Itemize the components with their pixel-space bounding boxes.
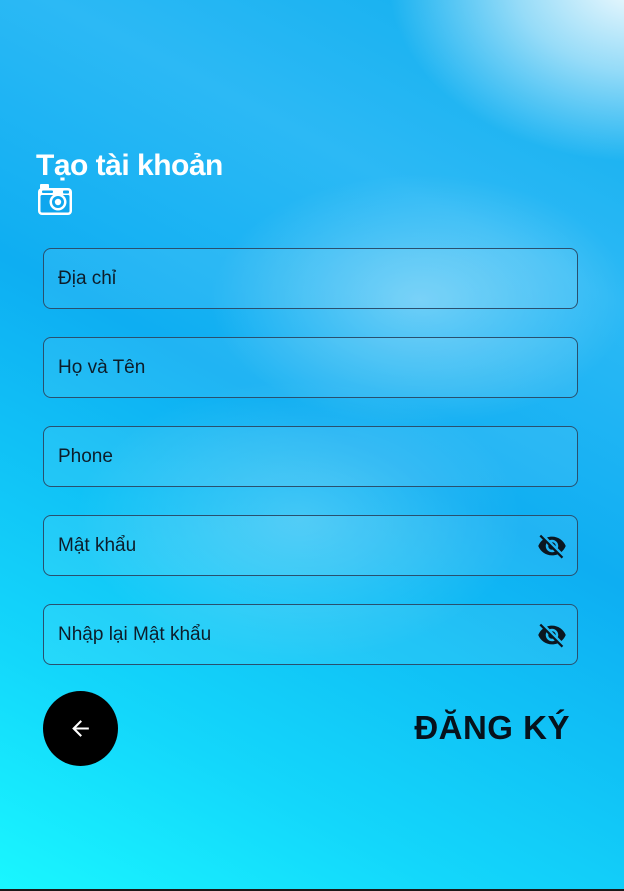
confirm-password-field[interactable]: [43, 604, 578, 665]
camera-icon: [38, 184, 72, 215]
register-button[interactable]: ĐĂNG KÝ: [414, 704, 570, 752]
address-field[interactable]: [43, 248, 578, 309]
eye-off-icon: [538, 534, 566, 559]
phone-field[interactable]: [43, 426, 578, 487]
page-title: Tạo tài khoản: [36, 149, 223, 182]
phone-input[interactable]: [58, 427, 518, 486]
back-button[interactable]: [43, 691, 118, 766]
confirm-password-visibility-toggle[interactable]: [537, 620, 567, 650]
arrow-left-icon: [72, 720, 89, 737]
camera-button[interactable]: [36, 183, 74, 217]
eye-off-icon: [538, 623, 566, 648]
password-visibility-toggle[interactable]: [537, 531, 567, 561]
password-input[interactable]: [58, 516, 518, 575]
address-input[interactable]: [58, 249, 518, 308]
confirm-password-input[interactable]: [58, 605, 518, 664]
password-field[interactable]: [43, 515, 578, 576]
full-name-field[interactable]: [43, 337, 578, 398]
full-name-input[interactable]: [58, 338, 518, 397]
